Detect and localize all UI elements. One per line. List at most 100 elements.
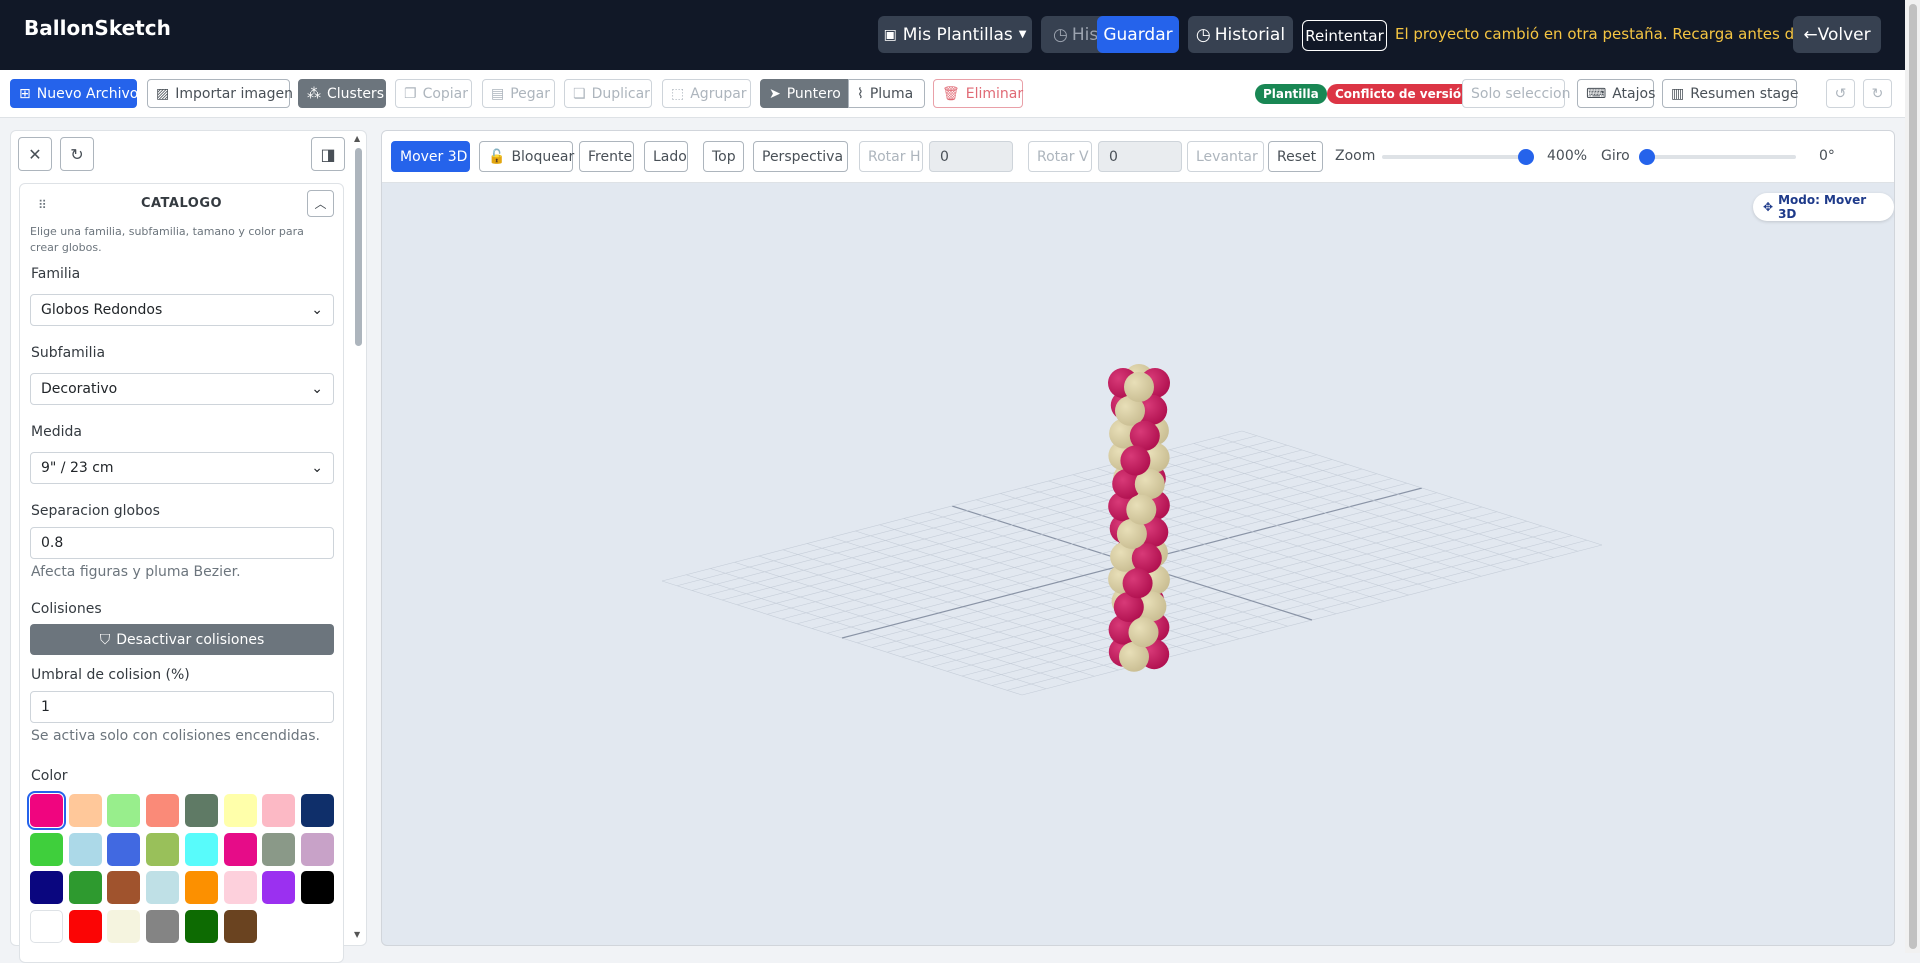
- rotate-h-input[interactable]: 0: [929, 141, 1013, 172]
- top-view-button[interactable]: Top: [703, 141, 744, 172]
- color-swatch[interactable]: [30, 871, 63, 904]
- move3d-button[interactable]: Mover 3D: [391, 141, 470, 172]
- color-swatch[interactable]: [184, 832, 218, 866]
- side-view-button[interactable]: Lado: [644, 141, 688, 172]
- stage-summary-button[interactable]: ▥ Resumen stage: [1662, 79, 1799, 108]
- selection-only-button[interactable]: Solo seleccion: [1462, 79, 1571, 108]
- color-swatch[interactable]: [146, 909, 180, 943]
- color-swatch[interactable]: [68, 832, 102, 866]
- balloon[interactable]: [1122, 568, 1153, 599]
- threshold-input[interactable]: 1: [30, 691, 334, 723]
- color-swatch[interactable]: [262, 871, 296, 904]
- diagram-icon: ⁂: [307, 85, 321, 102]
- color-swatch[interactable]: [27, 791, 66, 830]
- rotate-v-button[interactable]: Rotar V: [1028, 141, 1092, 172]
- zoom-slider[interactable]: [1382, 149, 1534, 165]
- subfamily-select[interactable]: Decorativo ⌄: [30, 373, 334, 405]
- shortcuts-button[interactable]: ⌨ Atajos: [1577, 79, 1655, 108]
- pen-tool-button[interactable]: ⌇ Pluma: [848, 79, 925, 108]
- pointer-tool-button[interactable]: ➤ Puntero: [760, 79, 849, 108]
- templates-dropdown-button[interactable]: ▣ Mis Plantillas ▼: [878, 16, 1032, 53]
- balloon[interactable]: [1126, 494, 1157, 525]
- back-button[interactable]: ←Volver: [1793, 16, 1881, 53]
- clusters-button[interactable]: ⁂ Clusters: [298, 79, 386, 108]
- spin-slider[interactable]: [1639, 149, 1796, 165]
- color-swatch[interactable]: [184, 871, 218, 904]
- family-select[interactable]: Globos Redondos ⌄: [30, 294, 334, 326]
- spin-slider-thumb[interactable]: [1639, 149, 1655, 165]
- undo-button[interactable]: ↺: [1826, 79, 1855, 108]
- delete-button[interactable]: 🗑 Eliminar: [933, 79, 1023, 108]
- color-swatch[interactable]: [68, 909, 102, 943]
- color-swatch[interactable]: [68, 871, 102, 904]
- color-swatch[interactable]: [68, 794, 102, 827]
- cursor-icon: ➤: [769, 85, 781, 102]
- reset-panel-button[interactable]: ↻: [60, 137, 94, 171]
- page-scroll-thumb[interactable]: [1909, 4, 1917, 949]
- color-swatch[interactable]: [146, 832, 180, 866]
- color-swatch[interactable]: [146, 871, 180, 904]
- grid-line: [736, 454, 1318, 606]
- stage-3d-viewport[interactable]: [382, 183, 1895, 943]
- new-file-button[interactable]: ⊞ Nuevo Archivo: [10, 79, 138, 108]
- color-swatch[interactable]: [223, 794, 257, 827]
- redo-button[interactable]: ↻: [1863, 79, 1892, 108]
- balloon[interactable]: [1128, 617, 1159, 648]
- save-button[interactable]: Guardar: [1097, 16, 1179, 53]
- reset-view-button[interactable]: Reset: [1268, 141, 1323, 172]
- group-button[interactable]: ⬚ Agrupar: [662, 79, 751, 108]
- color-swatch[interactable]: [223, 909, 257, 943]
- color-swatch[interactable]: [262, 794, 296, 827]
- collapse-catalog-button[interactable]: ︿: [307, 190, 334, 217]
- duplicate-button[interactable]: ❏ Duplicar: [564, 79, 652, 108]
- caret-down-icon: ▼: [1018, 29, 1027, 40]
- color-swatch[interactable]: [223, 871, 257, 904]
- balloon[interactable]: [1120, 445, 1151, 476]
- color-swatch[interactable]: [184, 794, 218, 827]
- page-scrollbar[interactable]: [1905, 0, 1920, 953]
- app-brand[interactable]: BallonSketch: [24, 16, 171, 40]
- toggle-sidebar-button[interactable]: ◨: [311, 137, 345, 171]
- size-select[interactable]: 9" / 23 cm ⌄: [30, 452, 334, 484]
- color-swatch[interactable]: [107, 871, 141, 904]
- color-swatch[interactable]: [30, 832, 63, 866]
- color-swatch[interactable]: [223, 832, 257, 866]
- balloon[interactable]: [1124, 372, 1154, 402]
- spin-value: 0°: [1819, 148, 1835, 164]
- color-swatch[interactable]: [184, 909, 218, 943]
- scroll-down-icon: ▼: [354, 930, 361, 939]
- rotate-h-button[interactable]: Rotar H: [859, 141, 923, 172]
- color-swatch[interactable]: [30, 909, 63, 943]
- color-swatch[interactable]: [107, 832, 141, 866]
- color-swatch[interactable]: [146, 794, 180, 827]
- color-swatch[interactable]: [107, 909, 141, 943]
- import-image-button[interactable]: ▨ Importar imagen: [147, 79, 293, 108]
- lock-button[interactable]: 🔓 Bloquear: [479, 141, 574, 172]
- color-swatch[interactable]: [300, 794, 334, 827]
- perspective-view-button[interactable]: Perspectiva: [753, 141, 848, 172]
- balloon-column[interactable]: [1108, 364, 1170, 672]
- lift-button[interactable]: Levantar: [1187, 141, 1264, 172]
- color-swatch[interactable]: [300, 871, 334, 904]
- grid-line: [796, 473, 1378, 625]
- color-swatch[interactable]: [300, 832, 334, 866]
- grid-line: [721, 449, 1303, 601]
- retry-button[interactable]: Reintentar: [1302, 20, 1387, 51]
- zoom-slider-thumb[interactable]: [1518, 149, 1534, 165]
- paste-button[interactable]: ▤ Pegar: [482, 79, 555, 108]
- history-button[interactable]: ◷ Historial: [1188, 16, 1293, 53]
- bar-chart-icon: ▥: [1671, 85, 1685, 102]
- grid-line: [1169, 449, 1530, 565]
- copy-button[interactable]: ❐ Copiar: [395, 79, 472, 108]
- separation-input[interactable]: 0.8: [30, 527, 334, 559]
- sidebar-scrollbar[interactable]: ▲ ▼: [352, 134, 364, 942]
- separation-help: Afecta figuras y pluma Bezier.: [31, 564, 241, 580]
- front-view-button[interactable]: Frente: [579, 141, 634, 172]
- template-icon: ▣: [883, 26, 897, 43]
- sidebar-scroll-thumb[interactable]: [355, 148, 362, 346]
- color-swatch[interactable]: [262, 832, 296, 866]
- close-panel-button[interactable]: ✕: [18, 137, 52, 171]
- color-swatch[interactable]: [107, 794, 141, 827]
- rotate-v-input[interactable]: 0: [1098, 141, 1182, 172]
- toggle-collisions-button[interactable]: ⛉ Desactivar colisiones: [30, 624, 334, 655]
